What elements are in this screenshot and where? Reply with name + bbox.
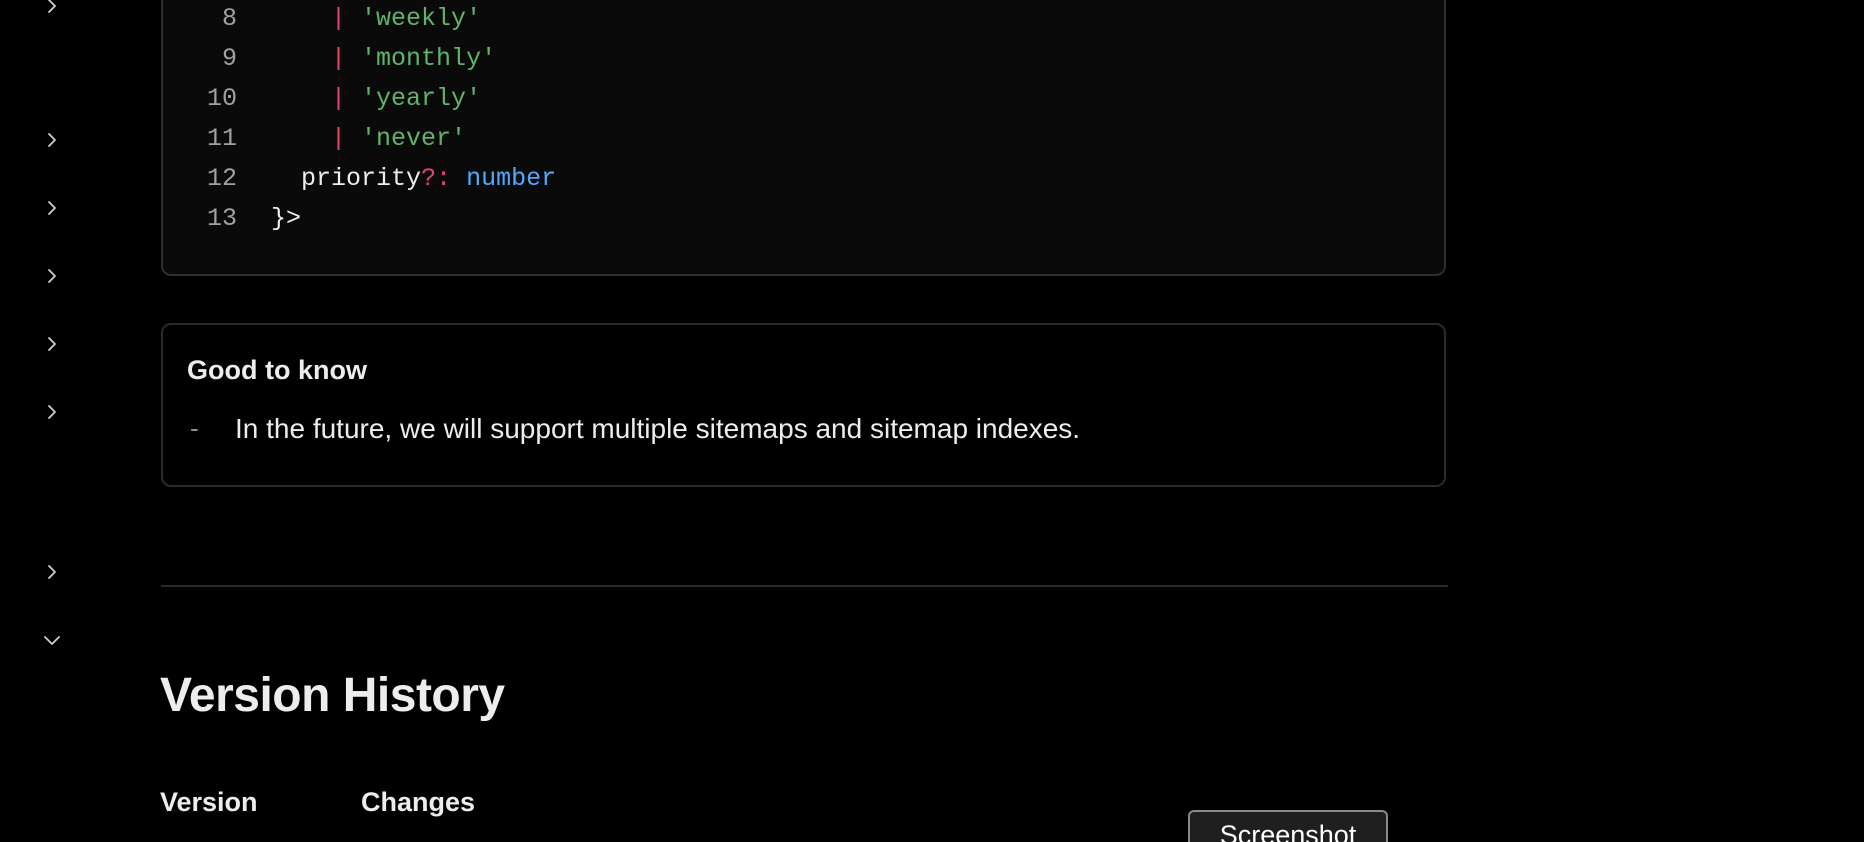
code-token-pipe: | <box>331 3 347 33</box>
code-token-string: 'never' <box>361 123 467 153</box>
version-history-heading: Version History <box>160 669 505 722</box>
code-token-optional: ?: <box>421 163 452 193</box>
code-line: 10 | 'yearly' <box>163 78 481 118</box>
code-token-string: 'yearly' <box>361 83 482 113</box>
code-token-property: priority <box>301 163 422 193</box>
chevron-right-icon <box>48 337 56 351</box>
line-number: 13 <box>206 203 237 233</box>
good-to-know-callout: Good to know - In the future, we will su… <box>161 323 1446 487</box>
sidebar-chevron-right-icon[interactable] <box>40 560 64 584</box>
code-token-type: number <box>466 163 557 193</box>
callout-bullet: - <box>190 413 199 443</box>
code-line: 12 priority?: number <box>163 158 556 198</box>
code-token-string: 'weekly' <box>361 3 482 33</box>
line-number: 10 <box>206 83 237 113</box>
callout-title: Good to know <box>187 355 367 385</box>
sidebar-chevron-right-icon[interactable] <box>40 128 64 152</box>
chevron-right-icon <box>48 565 56 579</box>
code-line: 13 }> <box>163 198 301 238</box>
docs-page: 8 | 'weekly' 9 | 'monthly' 10 | 'yearly'… <box>0 0 1864 842</box>
code-token-pipe: | <box>331 123 347 153</box>
chevron-down-icon <box>44 636 60 645</box>
line-number: 8 <box>221 3 237 33</box>
chevron-right-icon <box>48 201 56 215</box>
code-token-pipe: | <box>331 83 347 113</box>
sidebar-chevron-right-icon[interactable] <box>40 196 64 220</box>
code-block: 8 | 'weekly' 9 | 'monthly' 10 | 'yearly'… <box>161 0 1446 276</box>
table-header-changes: Changes <box>361 787 476 817</box>
chevron-right-icon <box>48 133 56 147</box>
code-line: 8 | 'weekly' <box>163 0 481 38</box>
code-token-punctuation: }> <box>271 203 302 233</box>
chevron-right-icon <box>48 269 56 283</box>
screenshot-button[interactable]: Screenshot <box>1188 810 1388 842</box>
sidebar-chevron-right-icon[interactable] <box>40 264 64 288</box>
code-line: 11 | 'never' <box>163 118 466 158</box>
line-number: 11 <box>206 123 237 153</box>
line-number: 12 <box>206 163 237 193</box>
chevron-right-icon <box>48 405 56 419</box>
table-header-version: Version <box>160 787 258 817</box>
chevron-right-icon <box>48 0 56 13</box>
code-token-pipe: | <box>331 43 347 73</box>
code-line: 9 | 'monthly' <box>163 38 496 78</box>
sidebar-chevron-right-icon[interactable] <box>40 0 64 18</box>
sidebar-chevron-right-icon[interactable] <box>40 400 64 424</box>
line-number: 9 <box>221 43 237 73</box>
sidebar-chevron-down-icon[interactable] <box>40 628 64 652</box>
callout-text: In the future, we will support multiple … <box>235 413 1081 444</box>
sidebar-chevron-right-icon[interactable] <box>40 332 64 356</box>
section-divider <box>161 585 1448 587</box>
code-token-string: 'monthly' <box>361 43 497 73</box>
